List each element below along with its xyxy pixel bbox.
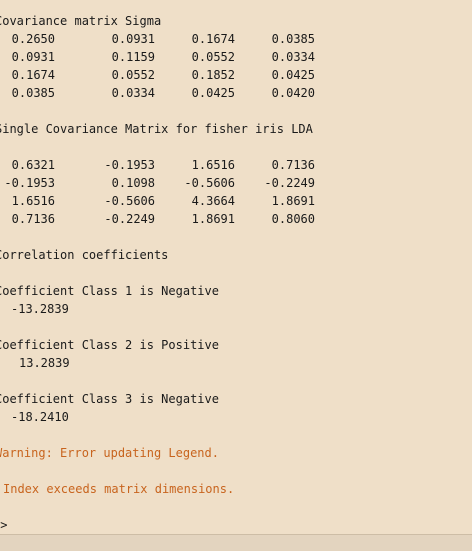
- coefficient-value: -13.2839: [11, 302, 69, 316]
- single-cov-cell: 1.8691: [271, 194, 315, 208]
- sigma-cell: 0.0931: [11, 50, 55, 64]
- single-cov-cell: 1.6516: [11, 194, 55, 208]
- coefficient-label: Coefficient Class 1 is Negative: [0, 284, 219, 298]
- single-cov-cell: 0.8060: [271, 212, 315, 226]
- single-cov-cell: 0.6321: [11, 158, 55, 172]
- sigma-cell: 0.0385: [271, 32, 315, 46]
- sigma-cell: 0.1674: [11, 68, 55, 82]
- single-cov-cell: -0.2249: [264, 176, 315, 190]
- single-cov-cell: 0.7136: [11, 212, 55, 226]
- coefficient-value: 13.2839: [19, 356, 70, 370]
- sigma-cell: 0.2650: [11, 32, 55, 46]
- command-prompt[interactable]: >>: [0, 516, 7, 534]
- error-message: Index exceeds matrix dimensions.: [3, 482, 235, 496]
- single-cov-cell: 1.8691: [191, 212, 235, 226]
- single-cov-cell: -0.5606: [104, 194, 155, 208]
- coefficient-value: -18.2410: [11, 410, 69, 424]
- single-cov-cell: 0.1098: [111, 176, 155, 190]
- coefficient-label: Coefficient Class 2 is Positive: [0, 338, 219, 352]
- single-cov-cell: 1.6516: [191, 158, 235, 172]
- sigma-cell: 0.0385: [11, 86, 55, 100]
- status-strip: [0, 534, 472, 551]
- correlation-title: Correlation coefficients: [0, 248, 169, 262]
- sigma-cell: 0.0552: [111, 68, 155, 82]
- sigma-cell: 0.0425: [191, 86, 235, 100]
- warning-message: Warning: Error updating Legend.: [0, 446, 219, 460]
- sigma-title: Covariance matrix Sigma: [0, 14, 162, 28]
- sigma-cell: 0.0420: [271, 86, 315, 100]
- command-window-output[interactable]: Covariance matrix Sigma 0.2650 0.0931 0.…: [0, 0, 472, 534]
- single-cov-cell: 4.3664: [191, 194, 235, 208]
- sigma-cell: 0.1674: [191, 32, 235, 46]
- single-cov-cell: 0.7136: [271, 158, 315, 172]
- sigma-cell: 0.1159: [111, 50, 155, 64]
- single-cov-cell: -0.2249: [104, 212, 155, 226]
- single-cov-cell: -0.1953: [4, 176, 55, 190]
- single-cov-cell: -0.5606: [184, 176, 235, 190]
- sigma-cell: 0.1852: [191, 68, 235, 82]
- single-cov-cell: -0.1953: [104, 158, 155, 172]
- sigma-cell: 0.0931: [111, 32, 155, 46]
- sigma-cell: 0.0425: [271, 68, 315, 82]
- sigma-cell: 0.0334: [111, 86, 155, 100]
- single-cov-title: Single Covariance Matrix for fisher iris…: [0, 122, 313, 136]
- sigma-cell: 0.0552: [191, 50, 235, 64]
- coefficient-label: Coefficient Class 3 is Negative: [0, 392, 219, 406]
- sigma-cell: 0.0334: [271, 50, 315, 64]
